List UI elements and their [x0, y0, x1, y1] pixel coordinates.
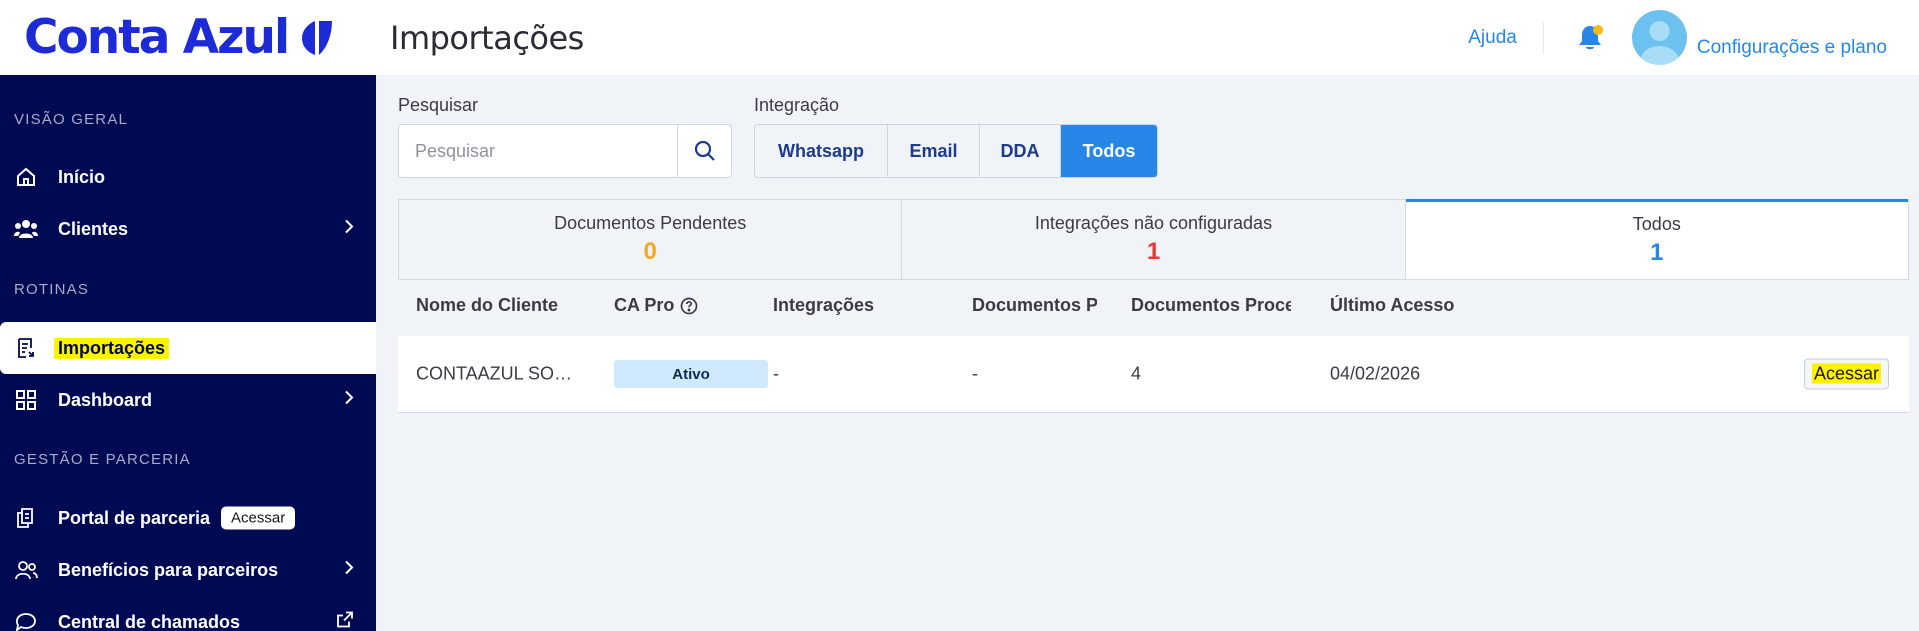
search-icon: [694, 140, 715, 161]
cell-processed-docs: 4: [1131, 363, 1142, 384]
sidebar-item-clientes[interactable]: Clientes: [0, 203, 376, 255]
chat-icon: [14, 610, 38, 631]
integration-option-todos[interactable]: Todos: [1061, 125, 1157, 177]
tab-label: Documentos Pendentes: [554, 213, 747, 233]
status-badge: Ativo: [614, 360, 768, 388]
tab-label: Todos: [1632, 214, 1681, 234]
help-circle-icon[interactable]: [680, 297, 698, 315]
sidebar-item-label: Início: [58, 166, 106, 187]
search-box: [398, 124, 732, 178]
column-header-last-access[interactable]: Último Acesso: [1330, 295, 1454, 316]
brand-mark-icon: [300, 19, 334, 57]
access-button-label: Acessar: [1811, 363, 1881, 384]
search-input[interactable]: [399, 125, 677, 177]
section-label-overview: VISÃO GERAL: [14, 111, 129, 128]
tab-count: 1: [1650, 239, 1664, 266]
notification-dot: [1592, 24, 1603, 35]
clients-table: Nome do Cliente CA Pro Integrações Docum…: [398, 280, 1909, 413]
help-link[interactable]: Ajuda: [1468, 27, 1517, 49]
tab-count: 1: [1146, 238, 1161, 265]
sidebar-item-beneficios[interactable]: Benefícios para parceiros: [0, 544, 376, 596]
top-header: Conta Azul Importações Ajuda Configuraçõ…: [0, 0, 1919, 75]
status-tabs: Documentos Pendentes 0 Integrações não c…: [398, 199, 1909, 280]
partner-users-icon: [14, 558, 38, 582]
tab-count: 0: [643, 238, 657, 265]
column-header-processed-docs[interactable]: Documentos Process...: [1131, 295, 1291, 316]
integration-label: Integração: [754, 95, 840, 115]
portal-access-badge[interactable]: Acessar: [221, 506, 296, 530]
column-header-label: CA Pro: [614, 295, 675, 315]
column-header-client[interactable]: Nome do Cliente: [416, 295, 558, 316]
search-button[interactable]: [677, 125, 731, 177]
cell-client-name[interactable]: CONTAAZUL SOFTWA...: [416, 364, 581, 385]
table-row: CONTAAZUL SOFTWA... Ativo - - 4 04/02/20…: [398, 336, 1909, 413]
chevron-right-icon: [344, 390, 354, 411]
search-label: Pesquisar: [398, 95, 479, 115]
sidebar-item-label: Benefícios para parceiros: [58, 559, 279, 580]
column-header-ca-pro[interactable]: CA Pro: [614, 295, 698, 316]
header-actions: Ajuda Configurações e plano: [1468, 0, 1919, 75]
sidebar-item-portal-de-parceria[interactable]: Portal de parceria Acessar: [0, 492, 376, 544]
cell-last-access: 04/02/2026: [1330, 363, 1421, 384]
home-icon: [14, 165, 38, 189]
notifications-button[interactable]: [1574, 22, 1606, 54]
section-label-routines: ROTINAS: [14, 281, 90, 298]
cell-ca-pro: Ativo: [614, 360, 768, 388]
grid-icon: [14, 388, 38, 412]
header-divider: [1542, 21, 1544, 54]
sidebar-item-label: Dashboard: [58, 389, 153, 410]
sidebar-item-central-de-chamados[interactable]: Central de chamados: [0, 596, 376, 631]
integration-option-whatsapp[interactable]: Whatsapp: [755, 125, 888, 177]
sidebar-item-label: Importações: [54, 337, 170, 359]
integration-option-email[interactable]: Email: [888, 125, 980, 177]
brand-logo[interactable]: Conta Azul: [0, 0, 376, 75]
integration-filter: Whatsapp Email DDA Todos: [754, 124, 1158, 178]
column-header-integrations[interactable]: Integrações: [773, 295, 874, 316]
import-document-icon: [14, 336, 38, 360]
users-icon: [14, 217, 38, 241]
brand-name: Conta Azul: [24, 10, 290, 65]
cell-integrations: -: [773, 363, 779, 384]
tab-documentos-pendentes[interactable]: Documentos Pendentes 0: [399, 200, 903, 279]
cell-pending-docs: -: [972, 363, 978, 384]
integration-option-dda[interactable]: DDA: [980, 125, 1061, 177]
chevron-right-icon: [344, 219, 354, 240]
settings-and-plan-link[interactable]: Configurações e plano: [1697, 37, 1887, 59]
table-header: Nome do Cliente CA Pro Integrações Docum…: [398, 280, 1909, 336]
main-content: Pesquisar Integração Whatsapp Email DDA …: [376, 75, 1919, 631]
sidebar-item-inicio[interactable]: Início: [0, 151, 376, 203]
tab-label: Integrações não configuradas: [1034, 213, 1273, 233]
sidebar: VISÃO GERAL Início Clientes ROTINAS Impo…: [0, 75, 376, 631]
page-title: Importações: [390, 18, 584, 57]
section-label-partnership: GESTÃO E PARCERIA: [14, 451, 191, 468]
documents-icon: [14, 506, 38, 530]
tab-integracoes-nao-configuradas[interactable]: Integrações não configuradas 1: [902, 200, 1406, 279]
sidebar-item-label: Clientes: [58, 218, 129, 239]
sidebar-item-dashboard[interactable]: Dashboard: [0, 374, 376, 426]
sidebar-item-label: Central de chamados: [58, 611, 241, 631]
tab-todos[interactable]: Todos 1: [1405, 199, 1908, 279]
sidebar-item-label: Portal de parceria: [58, 507, 211, 528]
access-button[interactable]: Acessar: [1803, 358, 1889, 390]
sidebar-item-importacoes[interactable]: Importações: [0, 322, 376, 374]
column-header-pending-docs[interactable]: Documentos Pe...: [972, 295, 1097, 316]
chevron-right-icon: [344, 560, 354, 581]
avatar[interactable]: [1631, 10, 1687, 65]
external-link-icon: [336, 611, 354, 631]
